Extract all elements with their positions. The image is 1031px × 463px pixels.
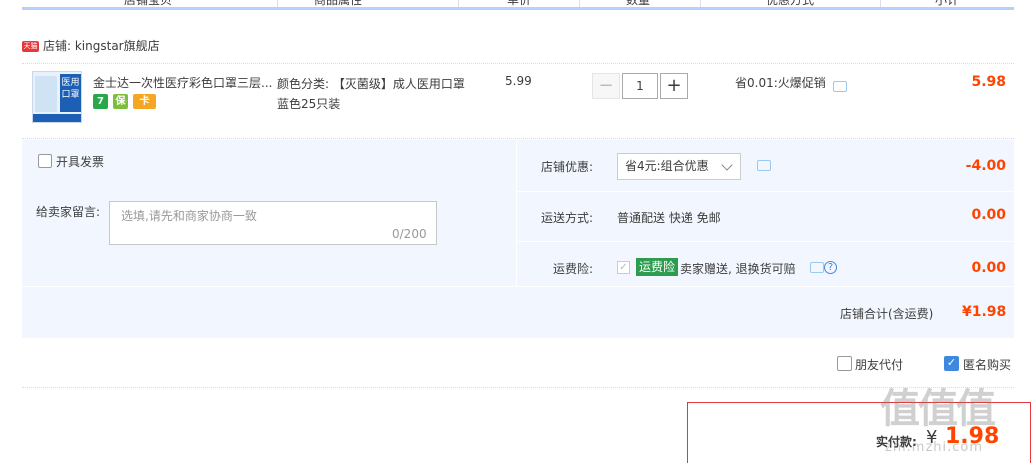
product-image-label: 医用口罩 xyxy=(60,74,81,112)
shop-coupon-label: 店铺优惠: xyxy=(541,160,594,174)
message-label: 给卖家留言: xyxy=(36,205,101,219)
insurance-checkbox: ✓ xyxy=(617,261,630,274)
col-divider xyxy=(277,0,278,7)
message-placeholder: 选填,请先和商家协商一致 xyxy=(121,209,257,223)
shop-coupon-amount: -4.00 xyxy=(965,158,1006,174)
watermark-logo: 值值值 xyxy=(880,386,996,432)
help-icon[interactable]: ? xyxy=(824,261,837,274)
col-subtotal: 小计 xyxy=(935,0,960,7)
friend-pay-label: 朋友代付 xyxy=(855,358,904,372)
row-divider xyxy=(517,241,1014,242)
col-unit-price: 单价 xyxy=(507,0,532,7)
section-divider xyxy=(22,387,1014,388)
item-subtotal: 5.98 xyxy=(971,74,1006,90)
insurance-amount: 0.00 xyxy=(971,260,1006,276)
friend-pay-checkbox[interactable] xyxy=(837,356,852,371)
product-spec: 颜色分类: 【灭菌级】成人医用口罩蓝色25只装 xyxy=(277,77,465,111)
panel-divider xyxy=(516,140,517,286)
shop-coupon-select[interactable]: 省4元:组合优惠 xyxy=(617,153,741,180)
promotion-text: 省0.01:火爆促销 xyxy=(735,76,826,90)
row-divider xyxy=(22,286,1014,287)
chat-icon[interactable] xyxy=(757,160,771,171)
invoice-checkbox[interactable] xyxy=(38,154,52,168)
shipping-label: 运送方式: xyxy=(541,211,594,225)
col-discount: 优惠方式 xyxy=(766,0,815,7)
chat-icon[interactable] xyxy=(810,262,824,273)
col-shop-item: 店铺宝贝 xyxy=(124,0,173,7)
quantity-increase-button[interactable]: + xyxy=(660,73,688,99)
guarantee-icon: 保 xyxy=(113,94,128,109)
column-header: 店铺宝贝 商品属性 单价 数量 优惠方式 小计 xyxy=(22,0,1014,10)
shop-name[interactable]: 天猫 店铺: kingstar旗舰店 xyxy=(22,37,160,54)
unit-price: 5.99 xyxy=(505,74,532,88)
col-divider xyxy=(880,0,881,7)
row-divider xyxy=(517,191,1014,192)
anonymous-checkbox[interactable]: ✓ xyxy=(944,356,959,371)
watermark-site: zhi.mzhi.com xyxy=(885,440,984,455)
col-attributes: 商品属性 xyxy=(314,0,363,7)
quantity-decrease-button[interactable]: − xyxy=(592,73,620,99)
shop-total-label: 店铺合计(含运费) xyxy=(840,307,934,321)
tmall-icon: 天猫 xyxy=(22,41,39,52)
insurance-text: 卖家赠送, 退换货可赔 xyxy=(680,262,796,276)
shop-total-amount: ¥1.98 xyxy=(962,304,1007,320)
seven-day-return-icon: 7 xyxy=(93,94,108,109)
credit-card-icon: 卡 xyxy=(133,94,156,109)
col-divider xyxy=(700,0,701,7)
product-image-box xyxy=(35,76,57,112)
shop-coupon-value: 省4元:组合优惠 xyxy=(625,159,709,173)
shop-label: 店铺: kingstar旗舰店 xyxy=(43,39,160,53)
col-divider xyxy=(458,0,459,7)
message-char-count: 0/200 xyxy=(392,227,427,241)
insurance-badge: 运费险 xyxy=(636,258,679,276)
product-image-strip xyxy=(33,114,81,122)
shipping-amount: 0.00 xyxy=(971,207,1006,223)
chat-icon[interactable] xyxy=(833,81,847,92)
chevron-down-icon xyxy=(721,159,733,171)
shipping-method: 普通配送 快递 免邮 xyxy=(617,211,721,225)
anonymous-label: 匿名购买 xyxy=(963,358,1012,372)
product-title[interactable]: 金士达一次性医疗彩色口罩三层... xyxy=(93,74,273,91)
quantity-input[interactable]: 1 xyxy=(622,73,658,99)
insurance-label: 运费险: xyxy=(553,262,594,276)
invoice-label: 开具发票 xyxy=(56,155,105,169)
product-thumbnail[interactable]: 医用口罩 xyxy=(32,71,82,123)
col-divider xyxy=(579,0,580,7)
col-quantity: 数量 xyxy=(626,0,651,7)
